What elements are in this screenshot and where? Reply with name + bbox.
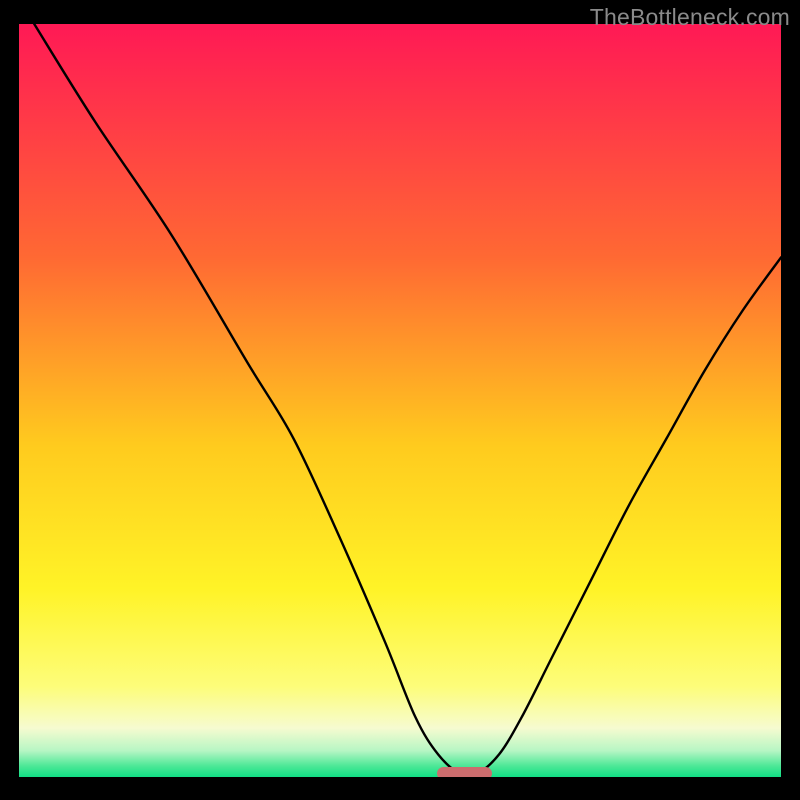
watermark-text: TheBottleneck.com xyxy=(590,4,790,31)
plot-svg xyxy=(19,24,781,777)
bottleneck-marker xyxy=(437,767,492,777)
plot-area xyxy=(19,24,781,777)
chart-frame: TheBottleneck.com xyxy=(0,0,800,800)
gradient-background xyxy=(19,24,781,777)
